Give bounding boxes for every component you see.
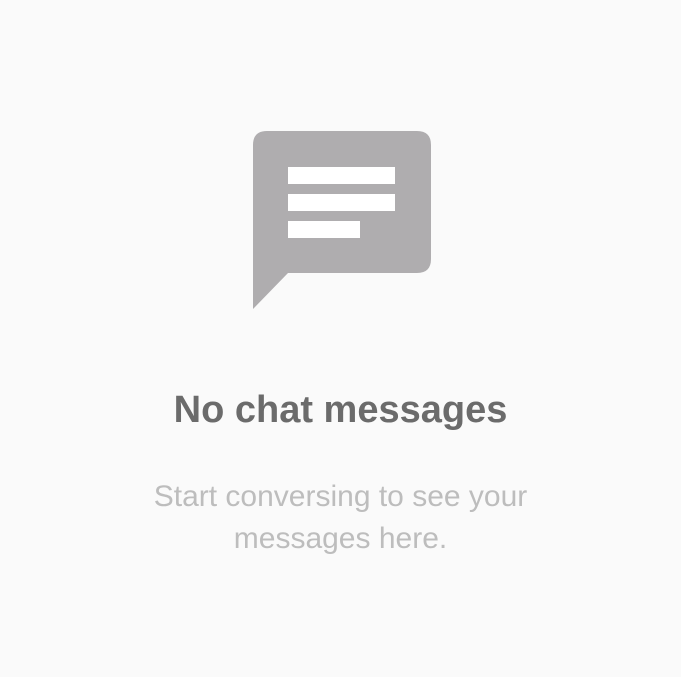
subtitle-line-1: Start conversing to see your: [153, 480, 528, 513]
subtitle-line-2: messages here.: [233, 522, 448, 555]
empty-state: No chat messages Start conversing to see…: [0, 0, 681, 677]
chat-message-icon: [253, 131, 431, 309]
empty-state-title: No chat messages: [173, 389, 508, 431]
empty-state-subtitle: Start conversing to see your messages he…: [90, 476, 591, 560]
